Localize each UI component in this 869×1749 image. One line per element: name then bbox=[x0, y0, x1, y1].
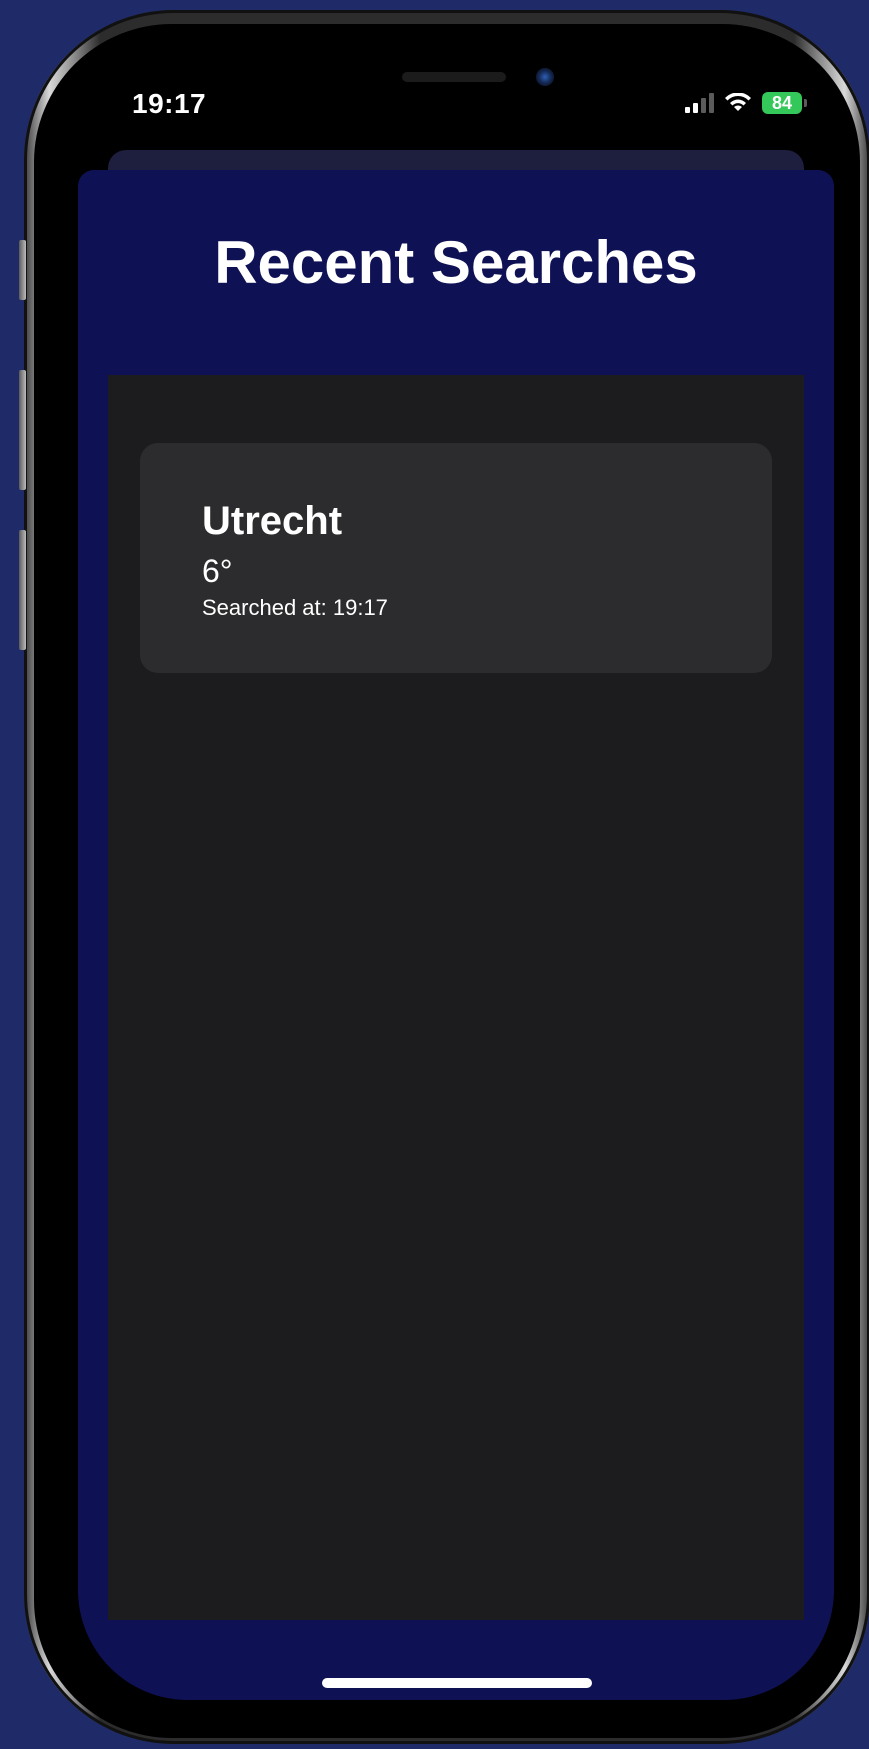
searched-at-time: Searched at: 19:17 bbox=[202, 595, 388, 620]
battery-level: 84 bbox=[771, 93, 793, 113]
cellular-signal-icon bbox=[685, 93, 714, 113]
mute-switch bbox=[19, 240, 26, 300]
city-name: Utrecht bbox=[202, 499, 343, 543]
page-title: Recent Searches bbox=[214, 229, 698, 296]
phone-screen: 19:17 84 Recent Searches Utrecht 6° Sear… bbox=[78, 52, 834, 1700]
status-time: 19:17 bbox=[132, 88, 207, 119]
search-list[interactable]: Utrecht 6° Searched at: 19:17 bbox=[108, 375, 804, 1620]
volume-down-button bbox=[19, 530, 26, 650]
recent-searches-sheet: Recent Searches Utrecht 6° Searched at: … bbox=[78, 170, 834, 1700]
volume-up-button bbox=[19, 370, 26, 490]
front-camera bbox=[536, 68, 554, 86]
battery-charging-icon: 84 bbox=[762, 92, 807, 114]
notch bbox=[240, 52, 672, 118]
home-indicator[interactable] bbox=[322, 1678, 592, 1688]
temperature: 6° bbox=[202, 553, 233, 589]
earpiece-speaker bbox=[402, 72, 506, 82]
search-result-card[interactable]: Utrecht 6° Searched at: 19:17 bbox=[140, 443, 772, 673]
status-icons: 84 bbox=[685, 92, 807, 114]
wifi-icon bbox=[725, 93, 751, 111]
